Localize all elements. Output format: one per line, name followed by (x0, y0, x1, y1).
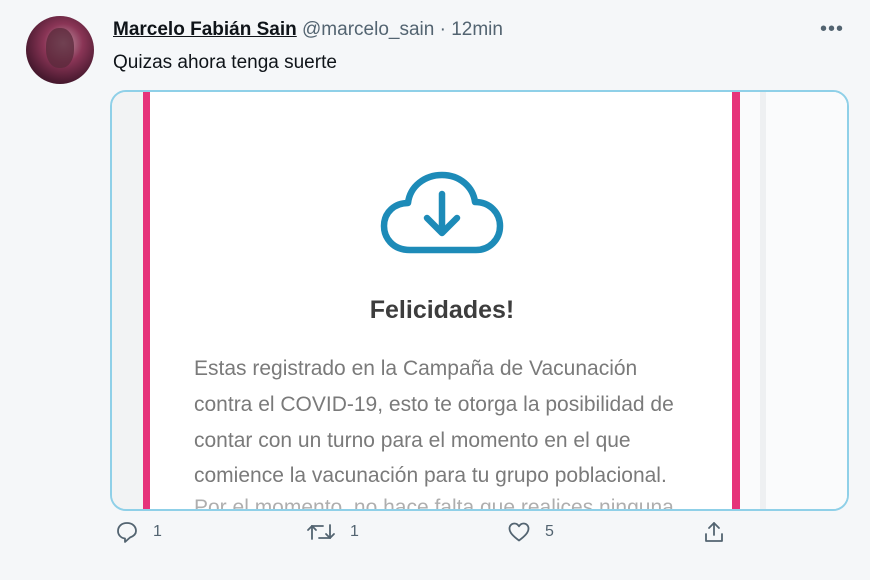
reply-count: 1 (153, 523, 162, 540)
author-handle[interactable]: @marcelo_sain (302, 19, 434, 40)
tweet-time[interactable]: 12min (451, 19, 503, 40)
reply-button[interactable]: 1 (115, 520, 162, 544)
share-icon (705, 522, 723, 542)
retweet-button[interactable]: 1 (306, 520, 359, 544)
tweet-text: Quizas ahora tenga suerte (113, 52, 337, 73)
media-card[interactable]: Felicidades! Estas registrado en la Camp… (110, 90, 849, 511)
media-body-line: contra el COVID-19, esto te otorga la po… (194, 393, 674, 416)
retweet-icon (307, 524, 335, 540)
media-image: Felicidades! Estas registrado en la Camp… (112, 92, 847, 509)
tweet-actions: 1 1 5 (0, 520, 870, 560)
avatar-face (46, 28, 74, 68)
media-heading: Felicidades! (369, 296, 515, 324)
media-body-line: Por el momento, no hace falta que realic… (194, 496, 674, 511)
header-separator: · (439, 19, 446, 40)
tweet: Marcelo Fabián Sain @marcelo_sain · 12mi… (0, 0, 870, 580)
heart-icon (508, 522, 530, 542)
tweet-header: Marcelo Fabián Sain @marcelo_sain · 12mi… (113, 19, 503, 41)
reply-icon (117, 522, 137, 543)
cloud-download-icon (380, 171, 504, 254)
retweet-count: 1 (350, 523, 359, 540)
author-name[interactable]: Marcelo Fabián Sain (113, 19, 297, 40)
like-count: 5 (545, 523, 554, 540)
media-body-line: Estas registrado en la Campaña de Vacuna… (194, 357, 638, 380)
avatar[interactable] (26, 16, 94, 84)
like-button[interactable]: 5 (507, 520, 554, 544)
media-body-line: contar con un turno para el momento en e… (194, 429, 631, 452)
share-button[interactable] (702, 520, 726, 544)
media-body-line: comience la vacunación para tu grupo pob… (194, 464, 667, 487)
more-options-icon[interactable]: ••• (820, 18, 844, 41)
